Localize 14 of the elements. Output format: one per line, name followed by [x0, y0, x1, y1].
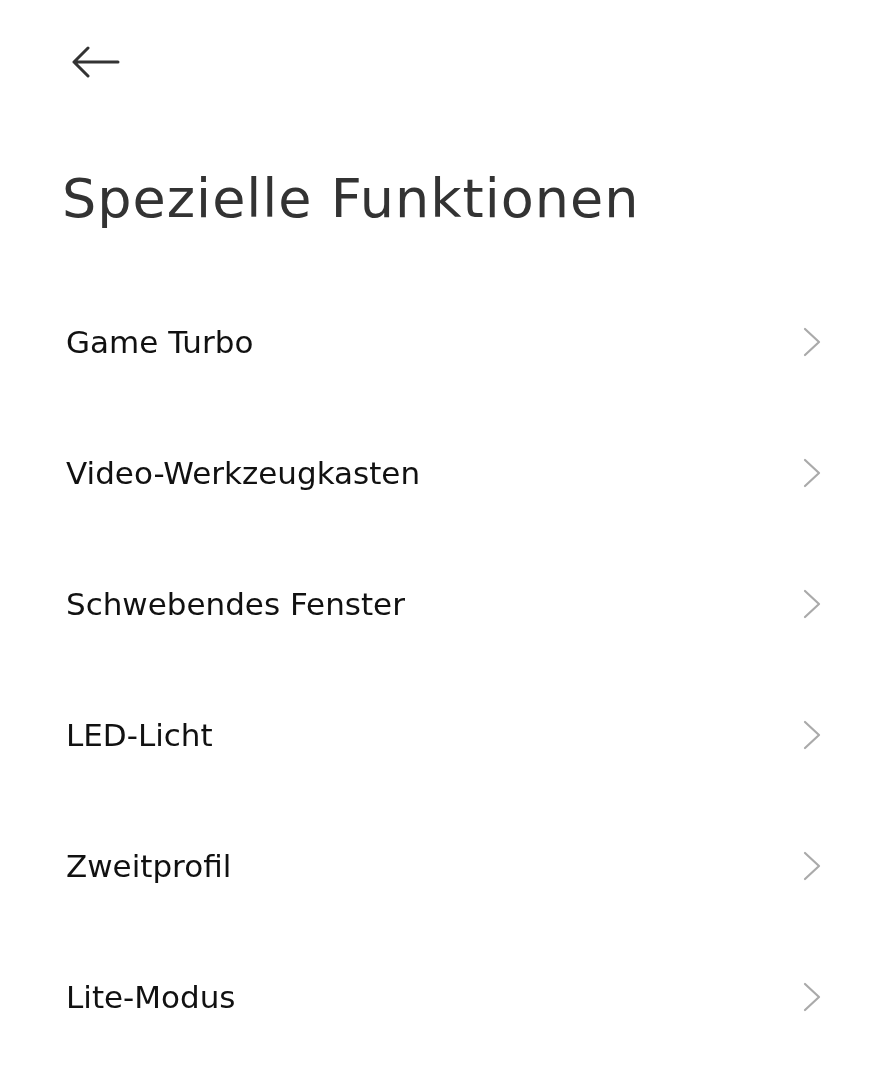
chevron-icon [803, 981, 821, 1012]
chevron-icon [803, 850, 821, 881]
chevron-icon [803, 588, 821, 619]
settings-item[interactable]: Schwebendes Fenster [0, 538, 887, 669]
back-icon[interactable] [70, 46, 120, 78]
chevron-icon [803, 457, 821, 488]
settings-item[interactable]: LED-Licht [0, 669, 887, 800]
settings-item[interactable]: Video-Werkzeugkasten [0, 407, 887, 538]
chevron-icon [803, 326, 821, 357]
page-title: Spezielle Funktionen [61, 166, 641, 232]
chevron-icon [803, 719, 821, 750]
settings-item[interactable]: Lite-Modus [0, 931, 887, 1062]
settings-item[interactable]: Zweitprofil [0, 800, 887, 931]
settings-item[interactable]: Game Turbo [0, 276, 887, 407]
